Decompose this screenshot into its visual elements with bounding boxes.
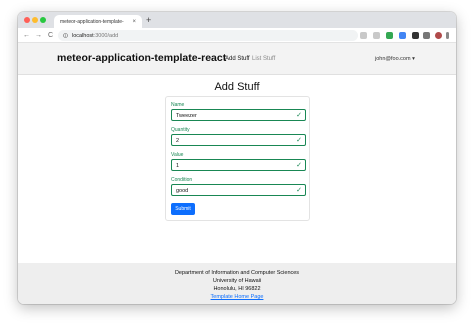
- valid-check-icon: ✓: [296, 137, 302, 144]
- browser-window: meteor-application-template- × + ← → C l…: [18, 12, 456, 304]
- tab-bar: meteor-application-template- × +: [18, 12, 456, 28]
- tab-close-icon[interactable]: ×: [132, 19, 136, 25]
- app-brand[interactable]: meteor-application-template-react: [57, 52, 226, 64]
- quantity-label: Quantity: [171, 127, 190, 133]
- template-home-link[interactable]: Template Home Page: [211, 294, 264, 300]
- page-footer: Department of Information and Computer S…: [18, 263, 456, 304]
- extension-icon[interactable]: [399, 32, 406, 39]
- profile-avatar-icon[interactable]: [435, 32, 442, 39]
- quantity-field[interactable]: 2 ✓: [171, 134, 306, 146]
- url-host: localhost: [72, 32, 94, 39]
- nav-link-list-stuff[interactable]: List Stuff: [252, 56, 275, 62]
- site-info-icon[interactable]: [63, 33, 68, 38]
- valid-check-icon: ✓: [296, 112, 302, 119]
- address-bar[interactable]: localhost:3000/add: [58, 30, 358, 41]
- condition-label: Condition: [171, 177, 193, 183]
- close-window-button[interactable]: [24, 17, 30, 23]
- tab-title: meteor-application-template-: [60, 18, 124, 25]
- back-arrow-icon[interactable]: ←: [23, 32, 30, 39]
- nav-link-add-stuff[interactable]: Add Stuff: [225, 56, 250, 62]
- extensions-puzzle-icon[interactable]: [423, 32, 430, 39]
- new-tab-button[interactable]: +: [146, 15, 151, 25]
- condition-value: good: [176, 188, 189, 194]
- name-label: Name: [171, 102, 185, 108]
- share-icon[interactable]: [360, 32, 367, 39]
- extension-icon[interactable]: [412, 32, 419, 39]
- minimize-window-button[interactable]: [32, 17, 38, 23]
- user-dropdown[interactable]: john@foo.com ▾: [375, 56, 415, 62]
- condition-select[interactable]: good ✓: [171, 184, 306, 196]
- submit-button[interactable]: Submit: [171, 203, 195, 215]
- extension-icon[interactable]: [386, 32, 393, 39]
- footer-department: Department of Information and Computer S…: [174, 270, 300, 276]
- browser-tab[interactable]: meteor-application-template- ×: [54, 15, 142, 28]
- valid-check-icon: ✓: [296, 187, 302, 194]
- name-value: Tweezer: [176, 113, 197, 119]
- bookmark-star-icon[interactable]: [373, 32, 380, 39]
- valid-check-icon: ✓: [296, 162, 302, 169]
- app-navbar: meteor-application-template-react Add St…: [18, 43, 456, 75]
- quantity-value: 2: [176, 138, 180, 144]
- forward-arrow-icon[interactable]: →: [35, 32, 42, 39]
- maximize-window-button[interactable]: [40, 17, 46, 23]
- add-stuff-form: Name Tweezer ✓ Quantity 2 ✓ Value 1 ✓ Co…: [165, 96, 310, 221]
- value-label: Value: [171, 152, 184, 158]
- name-field[interactable]: Tweezer ✓: [171, 109, 306, 121]
- page-title: Add Stuff: [214, 81, 260, 93]
- value-field[interactable]: 1 ✓: [171, 159, 306, 171]
- browser-toolbar: ← → C localhost:3000/add: [18, 28, 456, 43]
- value-value: 1: [176, 163, 180, 169]
- main-content: Add Stuff Name Tweezer ✓ Quantity 2 ✓ Va…: [18, 75, 456, 258]
- footer-university: University of Hawaii: [212, 278, 262, 284]
- browser-menu-icon[interactable]: [446, 32, 449, 39]
- reload-icon[interactable]: C: [47, 32, 54, 39]
- footer-address: Honolulu, HI 96822: [213, 286, 261, 292]
- url-path: :3000/add: [93, 32, 119, 39]
